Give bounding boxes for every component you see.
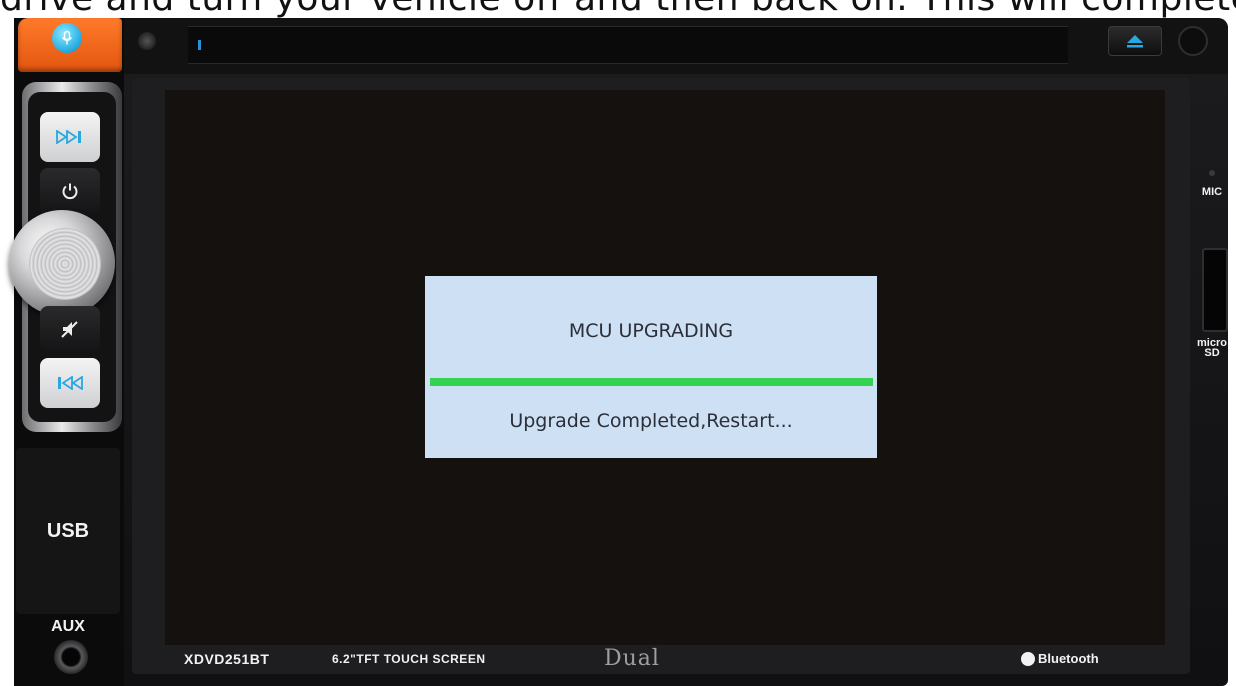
eject-button[interactable]	[1108, 26, 1162, 56]
eject-icon	[1127, 35, 1143, 48]
power-button[interactable]	[40, 168, 100, 214]
microsd-label: micro SD	[1192, 338, 1232, 359]
reset-button[interactable]	[1178, 26, 1208, 56]
next-track-button[interactable]	[40, 112, 100, 162]
progress-bar-fill	[430, 378, 873, 386]
microsd-slot[interactable]	[1202, 248, 1228, 332]
dialog-title: MCU UPGRADING	[568, 320, 734, 342]
bezel-screw	[138, 32, 156, 50]
microphone-icon	[61, 30, 73, 45]
usb-label: USB	[46, 520, 90, 542]
voice-button[interactable]	[52, 23, 82, 53]
dialog-status: Upgrade Completed,Restart...	[509, 410, 793, 432]
volume-knob-cap[interactable]	[29, 228, 101, 300]
mic-label: MIC	[1201, 186, 1223, 198]
bluetooth-logo: Bluetooth	[1021, 651, 1099, 666]
bluetooth-label: Bluetooth	[1038, 651, 1099, 666]
aux-jack[interactable]	[54, 640, 88, 674]
caption-text: drive and turn your vehicle off and then…	[0, 0, 1236, 19]
bluetooth-icon	[1021, 651, 1035, 666]
mute-button[interactable]	[40, 306, 100, 352]
screen-spec-label: 6.2"TFT TOUCH SCREEN	[332, 652, 486, 666]
mute-icon	[61, 321, 78, 338]
aux-label: AUX	[51, 618, 85, 635]
caption-strip: drive and turn your vehicle off and then…	[0, 0, 1236, 20]
model-label: XDVD251BT	[184, 651, 270, 667]
upgrade-dialog: MCU UPGRADING Upgrade Completed,Restart.…	[425, 276, 877, 458]
power-icon	[62, 183, 78, 200]
slot-indicator-led	[198, 40, 201, 50]
progress-bar	[430, 378, 873, 386]
mic-hole	[1209, 170, 1215, 176]
skip-back-icon	[58, 376, 83, 390]
brand-logo: Dual	[604, 646, 660, 671]
disc-slot	[188, 26, 1068, 64]
skip-forward-icon	[56, 130, 81, 144]
microsd-label-bottom: SD	[1204, 347, 1220, 359]
previous-track-button[interactable]	[40, 358, 100, 408]
